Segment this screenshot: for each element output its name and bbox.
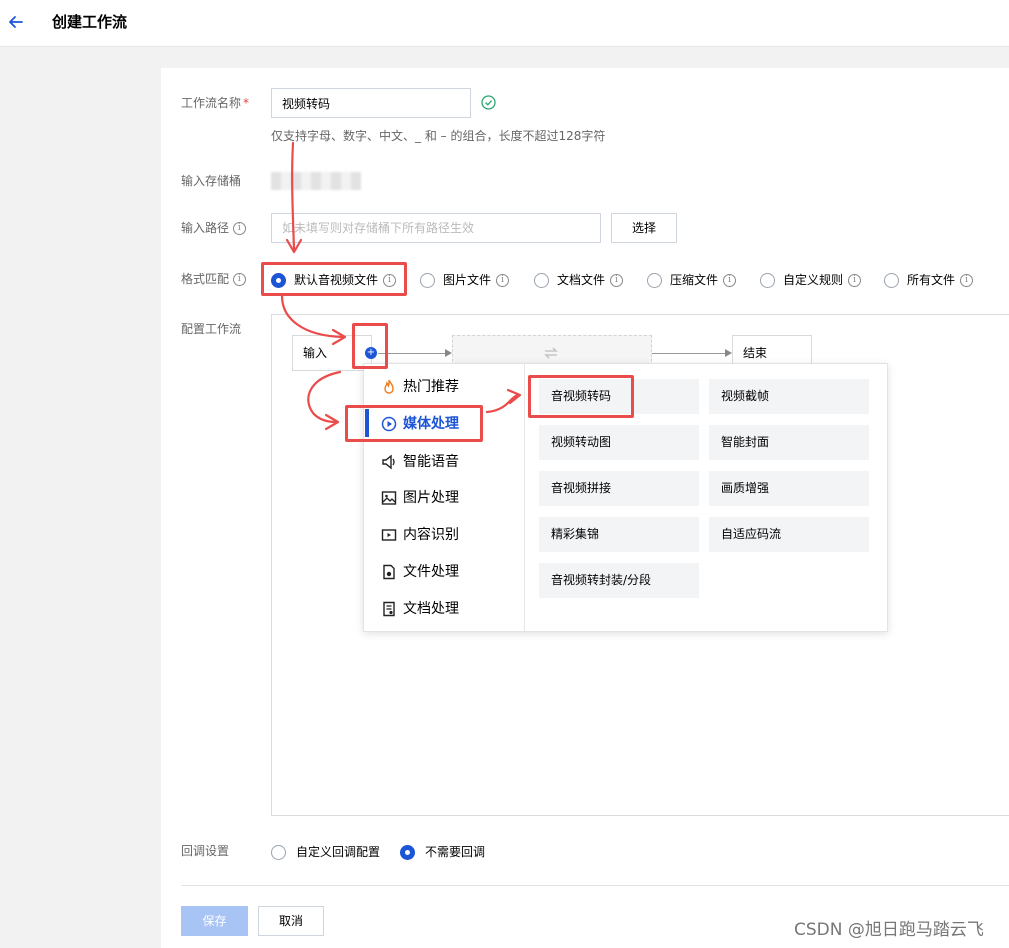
- input-node[interactable]: 输入: [292, 335, 372, 371]
- info-icon[interactable]: i: [383, 273, 397, 287]
- item-video-snapshot[interactable]: 视频截帧: [709, 379, 869, 414]
- swap-icon: [544, 347, 558, 359]
- workflow-name-label: 工作流名称 *: [181, 96, 250, 110]
- workflow-name-hint: 仅支持字母、数字、中文、_ 和 – 的组合，长度不超过128字符: [271, 129, 606, 143]
- item-adaptive-stream[interactable]: 自适应码流: [709, 517, 869, 552]
- required-mark: *: [243, 96, 250, 110]
- item-video-to-gif[interactable]: 视频转动图: [539, 425, 699, 460]
- connector-line: [378, 353, 446, 354]
- format-option-label: 默认音视频文件: [294, 273, 379, 287]
- image-icon: [381, 491, 397, 505]
- category-label: 文档处理: [403, 601, 459, 617]
- callback-option-none[interactable]: 不需要回调: [400, 843, 485, 861]
- category-label: 内容识别: [403, 527, 459, 543]
- info-icon[interactable]: i: [496, 273, 510, 287]
- callback-label: 回调设置: [181, 844, 230, 858]
- item-quality-enhance[interactable]: 画质增强: [709, 471, 869, 506]
- category-label: 媒体处理: [403, 416, 459, 432]
- format-option-label: 自定义规则: [783, 273, 844, 287]
- top-bar: 创建工作流: [0, 0, 1009, 47]
- input-path-field[interactable]: [271, 213, 601, 243]
- select-button[interactable]: 选择: [611, 213, 677, 243]
- category-file[interactable]: 文件处理: [381, 562, 459, 582]
- category-label: 图片处理: [403, 490, 459, 506]
- info-icon[interactable]: i: [960, 273, 974, 287]
- category-document[interactable]: 文档处理: [381, 599, 459, 619]
- divider: [181, 885, 1009, 886]
- menu-divider: [524, 364, 525, 631]
- radio-unselected[interactable]: [647, 272, 662, 288]
- format-option-doc[interactable]: 文档文件 i: [534, 271, 624, 289]
- category-label: 文件处理: [403, 564, 459, 580]
- speaker-icon: [382, 454, 395, 470]
- active-category-indicator: [365, 409, 369, 437]
- format-option-custom[interactable]: 自定义规则 i: [760, 271, 862, 289]
- info-icon[interactable]: i: [232, 273, 246, 286]
- item-av-transcode[interactable]: 音视频转码: [539, 379, 699, 414]
- connector-arrow-icon: [725, 349, 732, 357]
- category-label: 热门推荐: [403, 379, 459, 395]
- info-icon[interactable]: i: [610, 273, 624, 287]
- format-option-label: 文档文件: [557, 273, 606, 287]
- radio-unselected[interactable]: [271, 844, 286, 860]
- radio-selected[interactable]: [271, 272, 286, 288]
- category-label: 智能语音: [403, 454, 459, 470]
- category-hot[interactable]: 热门推荐: [381, 377, 459, 397]
- input-bucket-label: 输入存储桶: [181, 174, 242, 188]
- format-option-image[interactable]: 图片文件 i: [420, 271, 510, 289]
- watermark: CSDN @旭日跑马踏云飞: [794, 920, 984, 940]
- category-voice[interactable]: 智能语音: [381, 452, 459, 472]
- bucket-value-redacted: [271, 172, 361, 190]
- format-option-label: 所有文件: [907, 273, 956, 287]
- video-icon: [381, 529, 397, 541]
- connector-line: [652, 353, 726, 354]
- workflow-config-label: 配置工作流: [181, 322, 242, 336]
- format-option-av[interactable]: 默认音视频文件 i: [271, 271, 397, 289]
- save-button[interactable]: 保存: [181, 906, 248, 936]
- cancel-button[interactable]: 取消: [258, 906, 324, 936]
- file-gear-icon: [383, 564, 395, 580]
- fire-icon: [384, 379, 394, 394]
- back-arrow-icon[interactable]: [6, 12, 26, 32]
- info-icon[interactable]: i: [848, 273, 862, 287]
- callback-option-label: 不需要回调: [425, 845, 486, 859]
- category-content-recognition[interactable]: 内容识别: [381, 525, 459, 545]
- media-play-icon: [381, 416, 397, 432]
- check-circle-icon: [481, 95, 496, 110]
- item-av-concat[interactable]: 音视频拼接: [539, 471, 699, 506]
- radio-unselected[interactable]: [420, 272, 435, 288]
- doc-icon: [383, 601, 395, 617]
- info-icon[interactable]: i: [232, 222, 246, 235]
- radio-selected[interactable]: [400, 844, 415, 860]
- format-match-label: 格式匹配 i: [181, 270, 246, 288]
- format-option-all[interactable]: 所有文件 i: [884, 271, 974, 289]
- callback-option-custom[interactable]: 自定义回调配置: [271, 843, 380, 861]
- callback-option-label: 自定义回调配置: [296, 845, 381, 859]
- radio-unselected[interactable]: [760, 272, 775, 288]
- item-smart-cover[interactable]: 智能封面: [709, 425, 869, 460]
- item-av-remux-segment[interactable]: 音视频转封装/分段: [539, 563, 699, 598]
- info-icon[interactable]: i: [723, 273, 737, 287]
- workflow-name-input[interactable]: [271, 88, 471, 118]
- radio-unselected[interactable]: [534, 272, 549, 288]
- page-title: 创建工作流: [52, 13, 128, 31]
- radio-unselected[interactable]: [884, 272, 899, 288]
- item-highlights[interactable]: 精彩集锦: [539, 517, 699, 552]
- input-path-label: 输入路径 i: [181, 219, 246, 237]
- connector-arrow-icon: [445, 349, 452, 357]
- format-option-archive[interactable]: 压缩文件 i: [647, 271, 737, 289]
- category-media[interactable]: 媒体处理: [381, 414, 459, 434]
- format-option-label: 图片文件: [443, 273, 492, 287]
- format-option-label: 压缩文件: [670, 273, 719, 287]
- category-image[interactable]: 图片处理: [381, 488, 459, 508]
- add-node-icon[interactable]: +: [365, 347, 377, 359]
